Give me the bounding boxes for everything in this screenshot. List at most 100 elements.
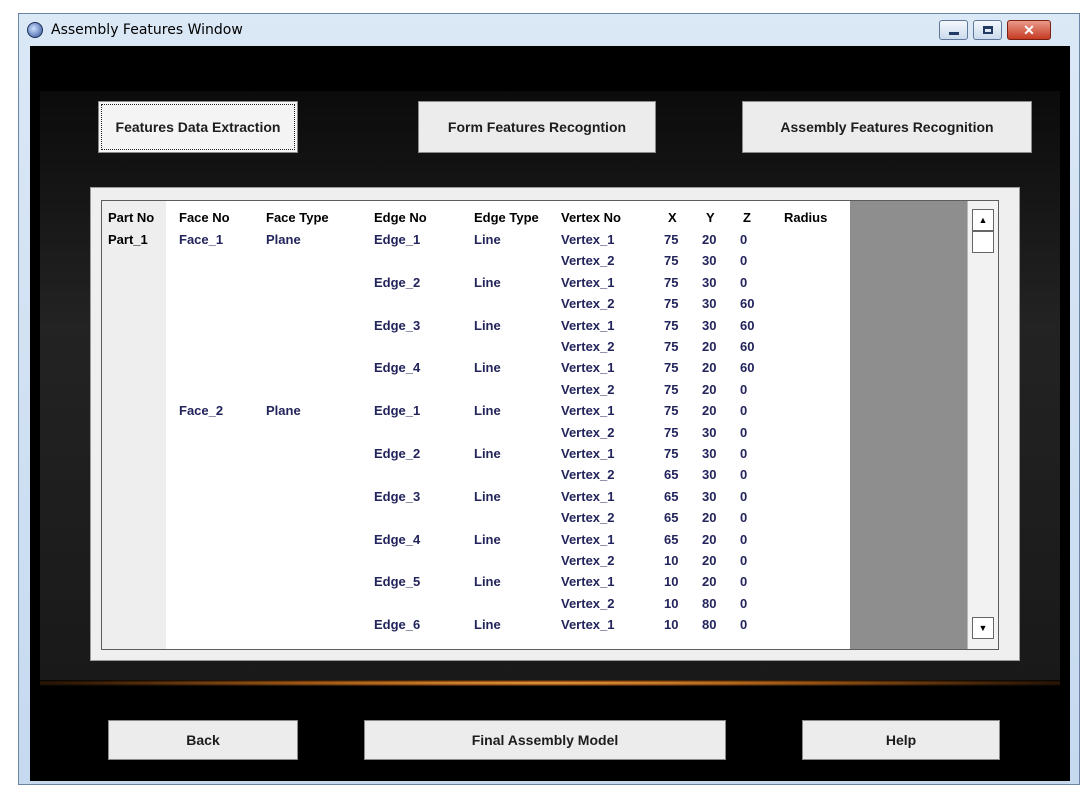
- table-row[interactable]: Edge_6 Line Vertex_1 10 80 0: [102, 614, 968, 635]
- table-row[interactable]: Vertex_2 75 30 0: [102, 422, 968, 443]
- client-area: Features Data Extraction Form Features R…: [30, 46, 1070, 781]
- cell-y: 20: [702, 510, 717, 526]
- header-face-no: Face No: [179, 210, 230, 225]
- cell-x: 75: [664, 232, 679, 247]
- cell-vertex-no: Vertex_1: [561, 360, 615, 376]
- orange-glow-divider: [40, 680, 1060, 686]
- maximize-icon: [982, 26, 993, 34]
- table-row[interactable]: Vertex_2 65 30 0: [102, 464, 968, 485]
- cell-edge-type: Line: [474, 317, 501, 333]
- features-data-extraction-button[interactable]: Features Data Extraction: [98, 101, 298, 153]
- table-row[interactable]: Edge_2 Line Vertex_1 75 30 0: [102, 443, 968, 464]
- header-x: X: [668, 210, 677, 225]
- table-row[interactable]: Edge_3 Line Vertex_1 65 30 0: [102, 486, 968, 507]
- cell-z: 0: [740, 595, 748, 611]
- table-row[interactable]: Vertex_2 10 80 0: [102, 593, 968, 614]
- help-button[interactable]: Help: [802, 720, 1000, 760]
- cell-vertex-no: Vertex_1: [561, 531, 615, 547]
- cell-edge-type: Line: [474, 446, 501, 461]
- cell-y: 30: [702, 424, 717, 440]
- cell-edge-type: Line: [474, 232, 501, 247]
- app-icon: [27, 22, 43, 38]
- cell-y: 20: [702, 553, 717, 568]
- cell-x: 75: [664, 253, 679, 269]
- cell-x: 75: [664, 274, 679, 290]
- cell-x: 10: [664, 617, 679, 633]
- cell-face-no: Face_2: [179, 403, 224, 419]
- scroll-up-button[interactable]: ▲: [972, 209, 994, 231]
- cell-y: 20: [702, 339, 717, 354]
- minimize-icon: [948, 31, 959, 35]
- cell-edge-no: Edge_6: [374, 617, 421, 633]
- cell-x: 75: [664, 296, 679, 312]
- title-bar[interactable]: Assembly Features Window ✕: [19, 14, 1079, 46]
- features-table[interactable]: Part No Face No Face Type Edge No Edge T…: [101, 200, 999, 650]
- cell-z: 0: [740, 553, 748, 568]
- assembly-features-recognition-button[interactable]: Assembly Features Recognition: [742, 101, 1032, 153]
- table-row[interactable]: Vertex_2 10 20 0: [102, 550, 968, 571]
- cell-edge-type: Line: [474, 617, 501, 633]
- cell-z: 0: [740, 510, 748, 526]
- cell-y: 30: [702, 296, 717, 312]
- cell-y: 30: [702, 253, 717, 269]
- features-table-panel: Part No Face No Face Type Edge No Edge T…: [90, 187, 1020, 661]
- cell-vertex-no: Vertex_1: [561, 574, 615, 590]
- cell-x: 65: [664, 510, 679, 526]
- form-features-recognition-button[interactable]: Form Features Recogntion: [418, 101, 656, 153]
- cell-y: 30: [702, 274, 717, 290]
- header-y: Y: [706, 210, 715, 225]
- table-row[interactable]: Face_2 Plane Edge_1 Line Vertex_1 75 20 0: [102, 400, 968, 421]
- cell-edge-no: Edge_4: [374, 360, 421, 376]
- scroll-down-button[interactable]: ▼: [972, 617, 994, 639]
- table-row[interactable]: Vertex_2 75 20 0: [102, 379, 968, 400]
- cell-vertex-no: Vertex_2: [561, 595, 615, 611]
- cell-vertex-no: Vertex_2: [561, 253, 615, 269]
- cell-face-type: Plane: [266, 403, 301, 419]
- minimize-button[interactable]: [939, 20, 968, 40]
- cell-vertex-no: Vertex_2: [561, 510, 615, 526]
- cell-z: 0: [740, 488, 748, 504]
- arrow-up-icon: ▲: [978, 215, 988, 225]
- scroll-thumb[interactable]: [972, 231, 994, 253]
- table-row[interactable]: Edge_4 Line Vertex_1 75 20 60: [102, 357, 968, 378]
- table-row[interactable]: Vertex_2 75 30 60: [102, 293, 968, 314]
- cell-y: 20: [702, 232, 717, 247]
- table-row[interactable]: Vertex_2 75 30 0: [102, 250, 968, 271]
- cell-vertex-no: Vertex_2: [561, 467, 615, 483]
- cell-vertex-no: Vertex_2: [561, 381, 615, 397]
- table-row[interactable]: Vertex_2 75 20 60: [102, 336, 968, 357]
- cell-face-type: Plane: [266, 232, 301, 247]
- close-button[interactable]: ✕: [1007, 20, 1051, 40]
- cell-edge-no: Edge_2: [374, 274, 421, 290]
- cell-edge-type: Line: [474, 360, 501, 376]
- cell-vertex-no: Vertex_2: [561, 296, 615, 312]
- vertical-scrollbar[interactable]: ▲ ▼: [967, 201, 999, 649]
- cell-z: 0: [740, 381, 748, 397]
- cell-part-no: Part_1: [108, 232, 148, 247]
- arrow-down-icon: ▼: [978, 623, 988, 633]
- back-button[interactable]: Back: [108, 720, 298, 760]
- table-row[interactable]: Edge_3 Line Vertex_1 75 30 60: [102, 315, 968, 336]
- final-assembly-model-button[interactable]: Final Assembly Model: [364, 720, 726, 760]
- table-row[interactable]: Part_1 Face_1 Plane Edge_1 Line Vertex_1 75 20 0: [102, 229, 968, 250]
- cell-edge-type: Line: [474, 403, 501, 419]
- cell-edge-no: Edge_2: [374, 446, 421, 461]
- cell-vertex-no: Vertex_1: [561, 446, 615, 461]
- table-header-row: Part No Face No Face Type Edge No Edge T…: [102, 207, 968, 228]
- cell-edge-type: Line: [474, 574, 501, 590]
- cell-z: 0: [740, 574, 748, 590]
- table-row[interactable]: Edge_4 Line Vertex_1 65 20 0: [102, 529, 968, 550]
- maximize-button[interactable]: [973, 20, 1002, 40]
- table-row[interactable]: Edge_2 Line Vertex_1 75 30 0: [102, 272, 968, 293]
- cell-z: 0: [740, 253, 748, 269]
- cell-y: 80: [702, 595, 717, 611]
- table-row[interactable]: Edge_5 Line Vertex_1 10 20 0: [102, 571, 968, 592]
- header-edge-no: Edge No: [374, 210, 427, 225]
- cell-y: 20: [702, 403, 717, 419]
- cell-edge-no: Edge_1: [374, 403, 421, 419]
- cell-vertex-no: Vertex_2: [561, 339, 615, 354]
- cell-z: 60: [740, 317, 755, 333]
- table-row[interactable]: Vertex_2 65 20 0: [102, 507, 968, 528]
- header-vertex-no: Vertex No: [561, 210, 621, 225]
- cell-y: 20: [702, 360, 717, 376]
